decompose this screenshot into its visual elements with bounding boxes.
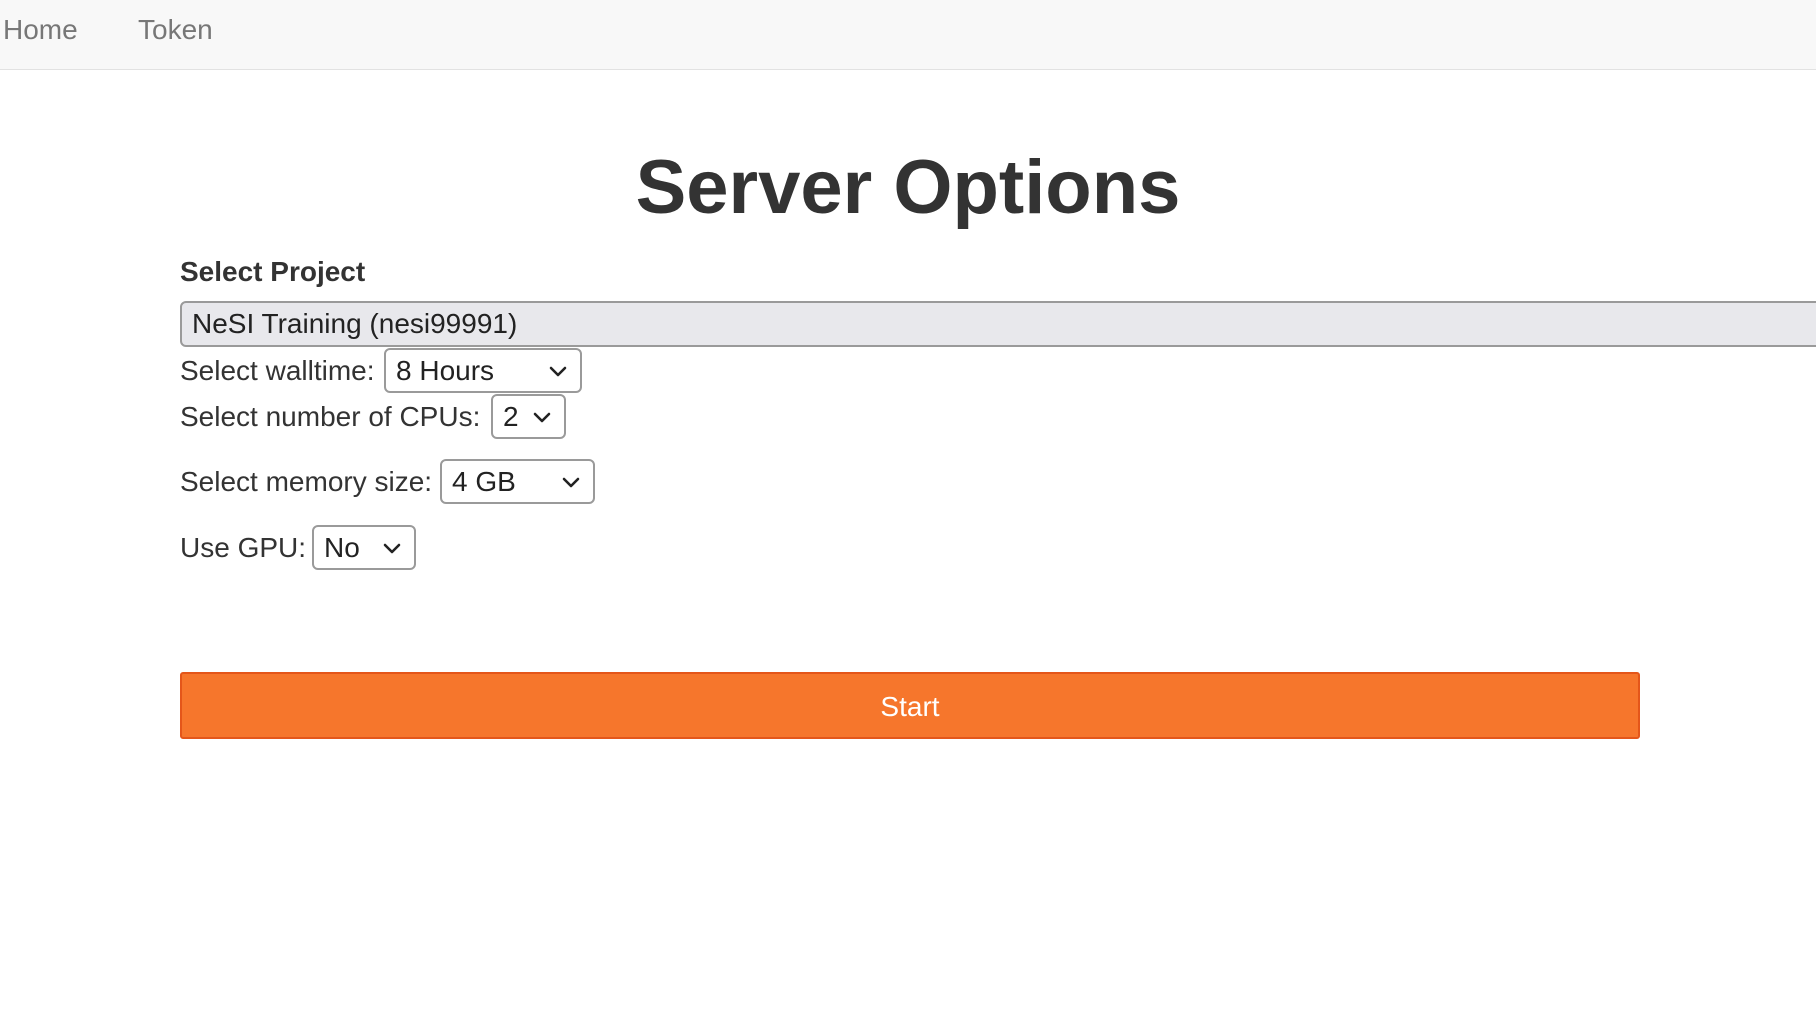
cpus-select[interactable]: 2 [491, 394, 566, 439]
memory-label: Select memory size: [180, 466, 433, 497]
chevron-down-icon [533, 412, 551, 422]
walltime-select[interactable]: 8 Hours [384, 348, 582, 393]
gpu-select-value: No [324, 531, 360, 563]
cpus-label: Select number of CPUs: [180, 401, 481, 432]
nav-token-link[interactable]: Token [138, 14, 213, 46]
project-select[interactable]: NeSI Training (nesi99991) [180, 301, 1816, 347]
chevron-down-icon [549, 366, 567, 376]
walltime-label: Select walltime: [180, 355, 375, 386]
top-navbar: Home Token [0, 0, 1816, 70]
project-select-value: NeSI Training (nesi99991) [192, 308, 518, 339]
gpu-select[interactable]: No [312, 525, 416, 570]
chevron-down-icon [383, 543, 401, 553]
select-project-label: Select Project [180, 256, 366, 287]
start-button[interactable]: Start [180, 672, 1640, 739]
memory-select[interactable]: 4 GB [440, 459, 595, 504]
page-title: Server Options [635, 145, 1181, 230]
memory-select-value: 4 GB [452, 465, 516, 497]
cpus-select-value: 2 [503, 400, 519, 432]
chevron-down-icon [562, 477, 580, 487]
nav-home-link[interactable]: Home [3, 14, 78, 46]
walltime-select-value: 8 Hours [396, 354, 495, 386]
gpu-label: Use GPU: [180, 532, 307, 563]
